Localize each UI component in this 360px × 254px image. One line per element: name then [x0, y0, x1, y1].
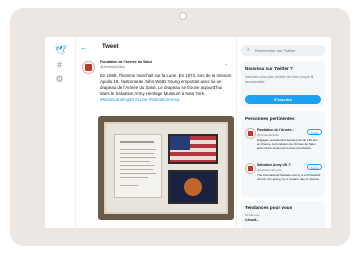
account-name[interactable]: Fondation de l'Armée...: [257, 128, 294, 132]
gear-icon[interactable]: ⚙: [55, 75, 64, 84]
follow-button[interactable]: Suivre: [307, 129, 322, 135]
search-input[interactable]: ⌕ Rechercher sur Twitter: [241, 45, 325, 56]
header: ← Tweet: [80, 43, 230, 55]
trend-item[interactable]: #Jeudi...: [245, 218, 259, 222]
relevant-title: Personnes pertinentes: [245, 116, 295, 121]
new-box-title: Nouveau sur Twitter ?: [245, 66, 293, 71]
author-handle[interactable]: @ArmeeduSalut: [100, 65, 125, 69]
search-icon: ⌕: [247, 47, 250, 53]
tweet-text: En 1969, l'homme marchait sur la Lune. E…: [100, 73, 232, 103]
screen: 🕊 # ⚙ ← Tweet Fondation de l'Armée du Sa…: [45, 37, 331, 228]
main-column: ← Tweet Fondation de l'Armée du Salut @A…: [75, 37, 237, 228]
new-box-text: Inscrivez-vous pour profiter de votre pr…: [245, 75, 314, 84]
account-handle: @salvationarmyuk: [257, 168, 282, 172]
tweet-hashtags[interactable]: #MoonLanding50 #Lune #SalvationArmy: [100, 97, 179, 102]
display-frame: [104, 122, 228, 214]
relevant-people-box: Personnes pertinentes Fondation de l'Arm…: [241, 111, 325, 197]
chevron-down-icon[interactable]: ⌄: [224, 61, 228, 67]
signup-button[interactable]: S'inscrire: [245, 95, 321, 104]
account-handle: @ArmeeduSalut: [257, 133, 280, 137]
follow-button[interactable]: Suivre: [307, 164, 322, 170]
trend-label: Tendances: [245, 213, 260, 217]
avatar[interactable]: [82, 61, 95, 74]
framed-letter: [114, 134, 162, 198]
right-sidebar: ⌕ Rechercher sur Twitter Nouveau sur Twi…: [241, 37, 329, 228]
salvation-army-patch: [168, 170, 218, 204]
account-description: The international Salvation Army is a Pr…: [257, 173, 321, 182]
tablet-frame: 🕊 # ⚙ ← Tweet Fondation de l'Armée du Sa…: [10, 8, 350, 246]
page-title: Tweet: [102, 44, 119, 50]
account-description: Engagée socialement depuis plus de 135 a…: [257, 138, 318, 151]
new-to-twitter-box: Nouveau sur Twitter ? Inscrivez-vous pou…: [241, 61, 325, 107]
tweet-photo[interactable]: [98, 116, 234, 220]
camera-dot: [179, 12, 187, 20]
account-name[interactable]: Salvation Army UK ©: [257, 163, 291, 167]
twitter-bird-icon[interactable]: 🕊: [55, 46, 66, 55]
left-nav: 🕊 # ⚙: [45, 37, 73, 228]
search-placeholder: Rechercher sur Twitter: [255, 48, 296, 53]
avatar[interactable]: [245, 163, 256, 174]
arrow-left-icon[interactable]: ←: [80, 43, 88, 53]
hash-icon[interactable]: #: [55, 61, 64, 70]
us-flag: [168, 134, 218, 164]
trends-box: Tendances pour vous Tendances #Jeudi...: [241, 201, 325, 228]
avatar[interactable]: [245, 128, 256, 139]
author-name[interactable]: Fondation de l'Armée du Salut: [100, 60, 152, 64]
tweet-body: En 1969, l'homme marchait sur la Lune. E…: [100, 73, 232, 96]
trends-title: Tendances pour vous: [245, 205, 293, 210]
